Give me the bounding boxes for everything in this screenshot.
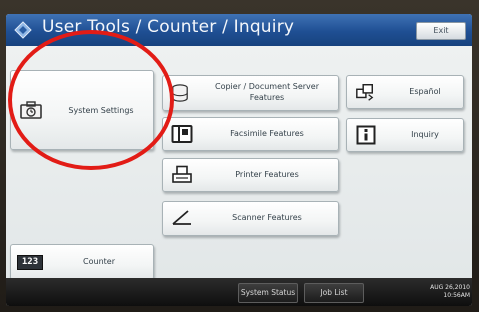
- fax-icon: [171, 125, 193, 143]
- status-bar: System Status Job List AUG 26,2010 10:56…: [6, 278, 472, 306]
- copier-label-line1: Copier / Document Server: [215, 82, 319, 91]
- toolbox-clock-icon: [20, 101, 42, 119]
- counter-button[interactable]: 123 Counter: [10, 244, 154, 280]
- time-text: 10:56AM: [443, 292, 470, 299]
- copier-label: Copier / Document Server Features: [203, 81, 331, 103]
- printer-features-button[interactable]: Printer Features: [162, 158, 339, 192]
- scanner-features-button[interactable]: Scanner Features: [162, 201, 339, 236]
- system-settings-button[interactable]: System Settings: [10, 70, 154, 150]
- date-time-display: AUG 26,2010 10:56AM: [420, 284, 470, 300]
- scanner-icon: [172, 210, 191, 225]
- scanner-label: Scanner Features: [232, 213, 302, 222]
- page-title: User Tools / Counter / Inquiry: [42, 17, 295, 37]
- espanol-label: Español: [409, 87, 441, 96]
- system-settings-label: System Settings: [68, 106, 134, 115]
- title-bar: User Tools / Counter / Inquiry Exit: [6, 14, 472, 46]
- printer-label: Printer Features: [235, 170, 299, 179]
- inquiry-label: Inquiry: [411, 130, 439, 139]
- espanol-button[interactable]: Español: [346, 75, 464, 109]
- touch-screen: User Tools / Counter / Inquiry Exit Syst…: [6, 14, 472, 306]
- inquiry-button[interactable]: Inquiry: [346, 118, 464, 152]
- system-status-button[interactable]: System Status: [238, 283, 298, 303]
- exit-button[interactable]: Exit: [416, 22, 466, 40]
- counter-123-icon: 123: [17, 255, 43, 270]
- counter-label: Counter: [83, 257, 115, 266]
- home-logo-icon: [14, 21, 32, 39]
- info-icon: [356, 125, 376, 145]
- facsimile-label: Facsimile Features: [230, 129, 304, 138]
- copier-label-line2: Features: [249, 93, 285, 102]
- copier-document-server-features-button[interactable]: Copier / Document Server Features: [162, 75, 339, 111]
- facsimile-features-button[interactable]: Facsimile Features: [162, 117, 339, 151]
- main-menu: System Settings Copier / Document Server…: [6, 46, 472, 280]
- job-list-button[interactable]: Job List: [304, 283, 364, 303]
- printer-icon: [172, 165, 192, 183]
- date-text: AUG 26,2010: [430, 284, 470, 291]
- language-switch-icon: [356, 84, 374, 101]
- copier-icon: [172, 84, 188, 102]
